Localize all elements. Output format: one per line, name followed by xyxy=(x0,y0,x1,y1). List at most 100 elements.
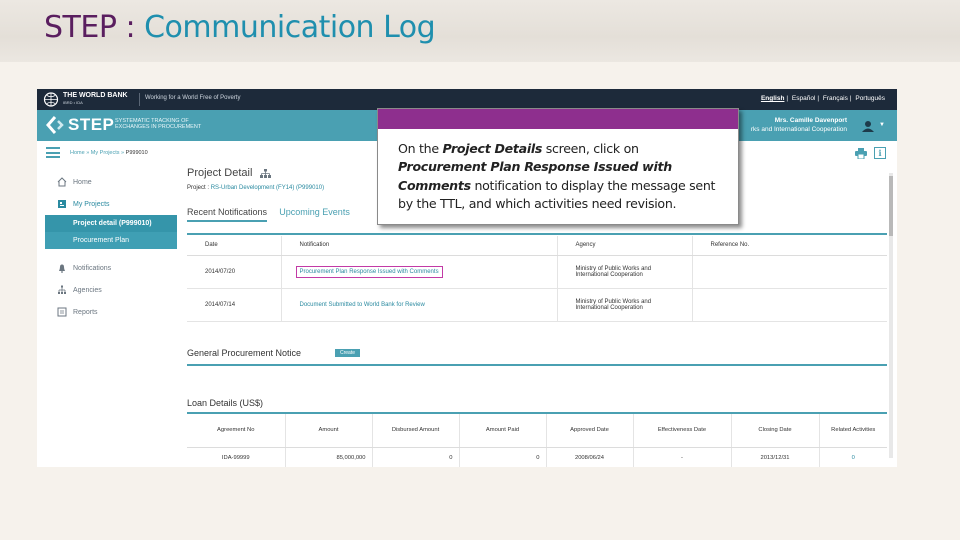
cell-approved: 2008/06/24 xyxy=(546,447,634,467)
breadcrumb-current: P999010 xyxy=(125,150,148,156)
cell-disbursed: 0 xyxy=(372,447,460,467)
breadcrumb-home[interactable]: Home xyxy=(70,150,85,156)
sidebar: Home My Projects Project detail (P999010… xyxy=(45,171,177,331)
col-header-reference[interactable]: Reference No. xyxy=(692,236,887,256)
cell-reference xyxy=(692,288,887,322)
sidebar-item-reports[interactable]: Reports xyxy=(45,301,177,323)
sidebar-item-home[interactable]: Home xyxy=(45,171,177,193)
sidebar-item-label: Reports xyxy=(73,308,98,316)
projects-icon xyxy=(58,200,66,208)
cell-paid: 0 xyxy=(459,447,547,467)
project-link[interactable]: RS-Urban Development (FY14) (P999010) xyxy=(211,185,324,191)
bell-icon xyxy=(59,264,65,273)
col-header-effectiveness: Effectiveness Date xyxy=(633,414,732,448)
scrollbar[interactable] xyxy=(889,173,893,458)
tab-recent-notifications[interactable]: Recent Notifications xyxy=(187,207,268,222)
notification-link-document-submitted[interactable]: Document Submitted to World Bank for Rev… xyxy=(300,302,425,308)
cell-notification: Procurement Plan Response Issued with Co… xyxy=(281,255,558,289)
gpn-section-title: General Procurement Notice xyxy=(187,348,302,358)
loan-details-table: Agreement No Amount Disbursed Amount Amo… xyxy=(187,414,887,467)
cell-date: 2014/07/14 xyxy=(187,288,282,322)
notification-link-plan-response[interactable]: Procurement Plan Response Issued with Co… xyxy=(300,269,439,275)
col-header-disbursed: Disbursed Amount xyxy=(372,414,460,448)
create-gpn-button[interactable]: Create xyxy=(335,349,361,357)
table-top-rule xyxy=(187,233,887,235)
worldbank-top-bar: THE WORLD BANK IBRD • IDA Working for a … xyxy=(37,89,897,110)
language-francais[interactable]: Français xyxy=(823,95,848,102)
related-activities-link[interactable]: 0 xyxy=(852,455,855,461)
cell-agreement: IDA-99999 xyxy=(187,447,286,467)
language-espanol[interactable]: Español xyxy=(792,95,816,102)
worldbank-brand-sub: IBRD • IDA xyxy=(63,100,83,105)
user-icon[interactable] xyxy=(861,120,875,132)
loan-section-title: Loan Details (US$) xyxy=(187,398,264,408)
language-english[interactable]: English xyxy=(761,95,784,102)
callout-header-bar xyxy=(378,109,738,129)
report-icon xyxy=(57,307,67,317)
col-header-date[interactable]: Date xyxy=(187,236,282,256)
col-header-approved: Approved Date xyxy=(546,414,634,448)
col-header-paid: Amount Paid xyxy=(459,414,547,448)
project-line: Project : RS-Urban Development (FY14) (P… xyxy=(187,185,324,191)
page-title: Project Detail xyxy=(187,167,253,179)
col-header-agency[interactable]: Agency xyxy=(557,236,693,256)
step-logo-icon[interactable] xyxy=(45,115,65,135)
table-header-row: Agreement No Amount Disbursed Amount Amo… xyxy=(187,414,887,448)
info-icon[interactable]: i xyxy=(874,147,886,159)
col-header-closing: Closing Date xyxy=(731,414,820,448)
user-info[interactable]: Mrs. Camille Davenport rks and Internati… xyxy=(751,116,847,134)
org-icon xyxy=(58,285,66,294)
cell-notification: Document Submitted to World Bank for Rev… xyxy=(281,288,558,322)
col-header-amount: Amount xyxy=(285,414,373,448)
sidebar-item-notifications[interactable]: Notifications xyxy=(45,257,177,279)
cell-agency: Ministry of Public Works and Internationa… xyxy=(557,255,693,289)
gpn-rule xyxy=(187,364,887,366)
sidebar-subitem-project-detail[interactable]: Project detail (P999010) xyxy=(45,215,177,232)
sidebar-item-my-projects[interactable]: My Projects xyxy=(45,193,177,215)
worldbank-tagline: Working for a World Free of Poverty xyxy=(145,95,241,101)
col-header-notification[interactable]: Notification xyxy=(281,236,558,256)
table-row: 2014/07/14 Document Submitted to World B… xyxy=(187,288,887,322)
step-logo-text: STEP xyxy=(68,115,115,134)
callout-text: On the Project Details screen, click on … xyxy=(378,129,738,213)
scrollbar-thumb[interactable] xyxy=(889,176,893,236)
header-divider xyxy=(139,93,140,106)
agency-line2: International Cooperation xyxy=(575,271,643,278)
instruction-callout: On the Project Details screen, click on … xyxy=(377,108,739,225)
sidebar-item-label: Home xyxy=(73,178,92,186)
cell-effectiveness: - xyxy=(633,447,732,467)
cell-closing: 2013/12/31 xyxy=(731,447,820,467)
project-line-label: Project : xyxy=(187,185,211,191)
col-header-related: Related Activities xyxy=(819,414,887,448)
org-chart-icon[interactable] xyxy=(260,169,271,178)
callout-text-part: On the xyxy=(398,141,443,156)
slide-title-prefix: STEP xyxy=(44,10,117,45)
home-icon xyxy=(57,177,67,187)
notification-tabs: Recent Notifications Upcoming Events xyxy=(187,207,360,223)
step-description-line2: EXCHANGES IN PROCUREMENT xyxy=(115,124,202,130)
language-portugues[interactable]: Português xyxy=(855,95,885,102)
agency-line2: International Cooperation xyxy=(575,304,643,311)
sidebar-item-label: My Projects xyxy=(73,200,110,208)
sidebar-item-agencies[interactable]: Agencies xyxy=(45,279,177,301)
user-organization: rks and International Cooperation xyxy=(750,126,847,133)
tab-upcoming-events[interactable]: Upcoming Events xyxy=(279,207,350,220)
col-header-agreement: Agreement No xyxy=(187,414,286,448)
highlight-box: Procurement Plan Response Issued with Co… xyxy=(295,265,443,278)
sidebar-item-label: Notifications xyxy=(73,264,112,272)
chevron-down-icon[interactable]: ▼ xyxy=(879,122,885,128)
print-icon[interactable] xyxy=(855,148,867,159)
sidebar-submenu: Project detail (P999010) Procurement Pla… xyxy=(45,215,177,249)
step-description: SYSTEMATIC TRACKING OF EXCHANGES IN PROC… xyxy=(115,118,201,130)
callout-text-part: screen, click on xyxy=(542,141,639,156)
menu-icon[interactable] xyxy=(46,147,60,158)
cell-reference xyxy=(692,255,887,289)
breadcrumb-my-projects[interactable]: My Projects xyxy=(91,150,120,156)
table-row: IDA-99999 85,000,000 0 0 2008/06/24 - 20… xyxy=(187,447,887,467)
cell-agency: Ministry of Public Works and Internationa… xyxy=(557,288,693,322)
sidebar-subitem-procurement-plan[interactable]: Procurement Plan xyxy=(45,232,177,249)
worldbank-brand: THE WORLD BANK IBRD • IDA xyxy=(63,92,128,106)
slide-title-main: Communication Log xyxy=(144,10,436,45)
worldbank-brand-text: THE WORLD BANK xyxy=(63,92,128,99)
cell-date: 2014/07/20 xyxy=(187,255,282,289)
